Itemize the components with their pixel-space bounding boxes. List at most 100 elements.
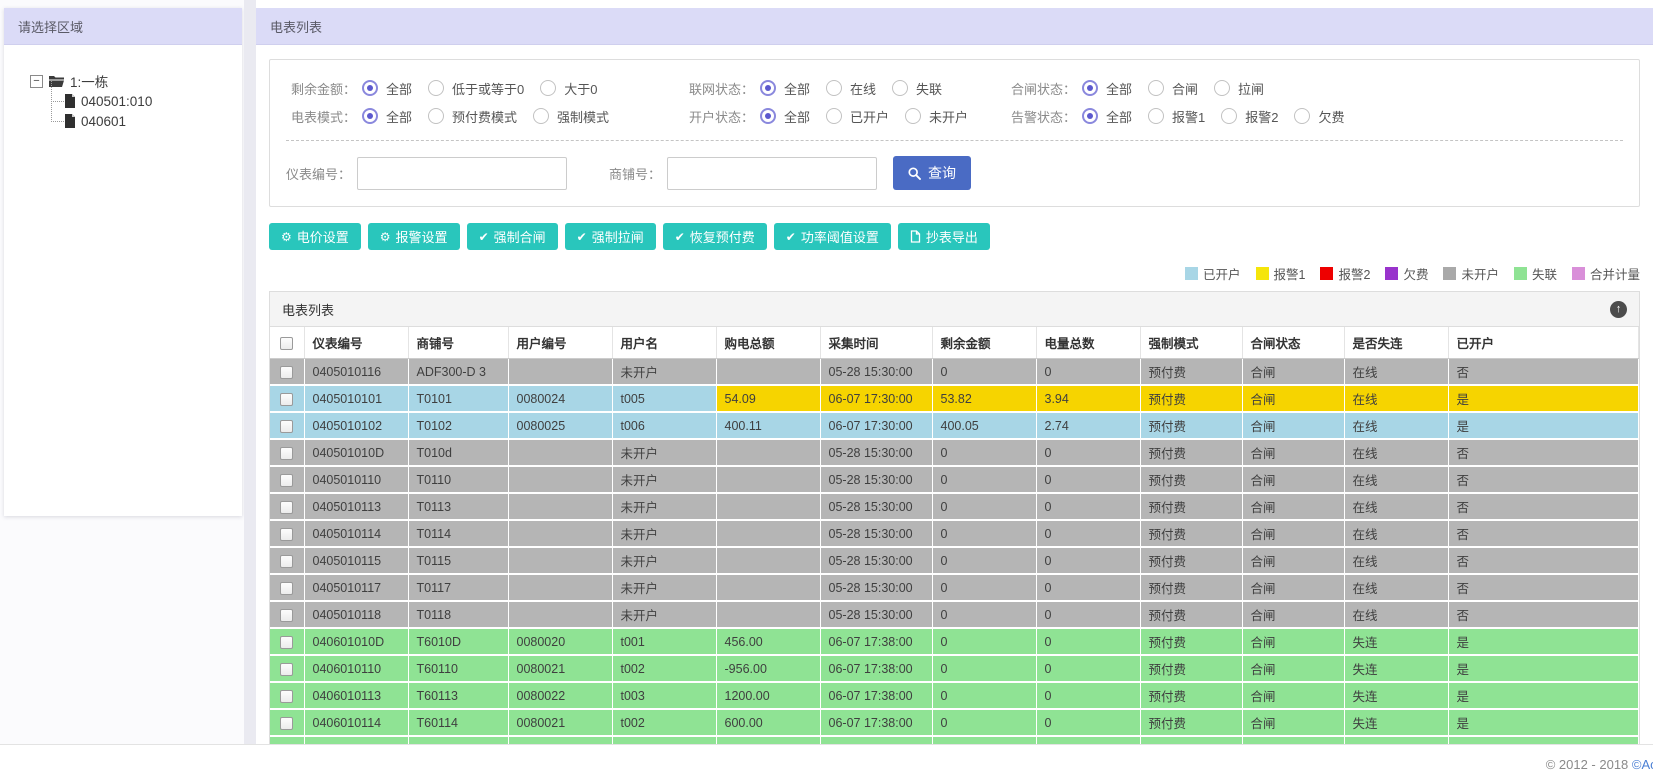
radio-option-network-status-2[interactable]: 失联	[892, 79, 942, 98]
meter-no-input[interactable]	[357, 156, 568, 190]
radio-option-remaining-amount-2[interactable]: 大于0	[540, 79, 597, 98]
table-cell: 06-07 17:38:00	[820, 709, 933, 737]
radio-icon[interactable]	[826, 108, 843, 124]
shop-no-label: 商铺号：	[609, 166, 662, 182]
row-checkbox[interactable]	[280, 662, 294, 676]
tree-child-node[interactable]: 040601	[48, 101, 242, 131]
row-checkbox[interactable]	[280, 527, 294, 541]
table-cell: 0	[932, 358, 1037, 386]
row-checkbox[interactable]	[280, 419, 294, 433]
copyright-link[interactable]: ©Acr	[1632, 757, 1653, 772]
row-checkbox[interactable]	[280, 392, 294, 406]
row-checkbox[interactable]	[280, 500, 294, 514]
legend-label: 报警2	[1338, 268, 1371, 282]
radio-icon[interactable]	[760, 80, 776, 96]
table-cell: 05-28 15:30:00	[820, 574, 933, 602]
radio-option-alarm-status-1[interactable]: 报警1	[1148, 107, 1205, 126]
table-cell: 05-28 15:30:00	[820, 493, 933, 521]
row-checkbox[interactable]	[280, 581, 294, 595]
column-header: 用户名	[612, 327, 717, 359]
toolbar-button-功率阈值设置[interactable]: ✔ 功率阈值设置	[773, 223, 891, 250]
table-cell: 是	[1448, 628, 1639, 656]
tree-root-label[interactable]: 1:一栋	[70, 71, 108, 91]
row-checkbox[interactable]	[280, 635, 294, 649]
radio-icon[interactable]	[428, 108, 445, 124]
table-cell: 2.74	[1036, 412, 1141, 440]
collapse-panel-icon[interactable]: ↑	[1610, 300, 1627, 318]
toolbar-button-抄表导出[interactable]: 抄表导出	[897, 223, 990, 250]
radio-icon[interactable]	[1214, 80, 1231, 96]
radio-icon[interactable]	[826, 80, 843, 96]
column-header: 用户编号	[508, 327, 613, 359]
radio-option-label: 拉闸	[1238, 81, 1265, 97]
table-cell: 0	[1036, 493, 1141, 521]
radio-icon[interactable]	[1221, 108, 1238, 124]
radio-option-label: 报警2	[1245, 109, 1279, 125]
radio-option-meter-mode-1[interactable]: 预付费模式	[428, 107, 517, 126]
radio-icon[interactable]	[1294, 108, 1311, 124]
table-cell: 在线	[1344, 601, 1449, 629]
radio-option-remaining-amount-0[interactable]: 全部	[362, 79, 412, 98]
radio-option-alarm-status-0[interactable]: 全部	[1082, 107, 1132, 126]
table-cell: 合闸	[1242, 439, 1345, 467]
radio-option-account-status-0[interactable]: 全部	[760, 107, 810, 126]
radio-icon[interactable]	[428, 80, 445, 96]
legend-swatch	[1385, 267, 1399, 280]
radio-icon[interactable]	[1082, 108, 1098, 124]
radio-option-account-status-1[interactable]: 已开户	[826, 107, 889, 126]
radio-option-remaining-amount-1[interactable]: 低于或等于0	[428, 79, 524, 98]
radio-option-switch-status-1[interactable]: 合闸	[1148, 79, 1198, 98]
row-checkbox[interactable]	[280, 365, 294, 379]
toolbar-button-报警设置[interactable]: ⚙ 报警设置	[367, 223, 460, 250]
radio-icon[interactable]	[540, 80, 557, 96]
radio-icon[interactable]	[362, 80, 378, 96]
radio-option-network-status-1[interactable]: 在线	[826, 79, 876, 98]
row-checkbox[interactable]	[280, 608, 294, 622]
toolbar-button-恢复预付费[interactable]: ✔ 恢复预付费	[662, 223, 767, 250]
tree-child-node[interactable]: 040501:010	[48, 81, 242, 111]
radio-option-meter-mode-0[interactable]: 全部	[362, 107, 412, 126]
table-cell: 0	[1036, 439, 1141, 467]
radio-option-alarm-status-3[interactable]: 欠费	[1294, 107, 1345, 126]
table-cell: 合闸	[1242, 601, 1345, 629]
copyright-text: © 2012 - 2018 ©Acr	[1546, 757, 1653, 772]
tree-collapse-icon[interactable]: −	[30, 74, 43, 88]
tree-child-label[interactable]: 040501:010	[81, 94, 152, 109]
tree-child-label[interactable]: 040601	[81, 114, 126, 129]
table-cell: T0118	[408, 601, 509, 629]
table-cell	[716, 547, 821, 575]
table-cell: 0	[932, 439, 1037, 467]
shop-no-input[interactable]	[667, 156, 878, 190]
radio-icon[interactable]	[1082, 80, 1098, 96]
radio-icon[interactable]	[905, 108, 922, 124]
radio-option-network-status-0[interactable]: 全部	[760, 79, 810, 98]
table-cell	[716, 601, 821, 629]
column-header: 合闸状态	[1242, 327, 1345, 359]
table-cell	[508, 601, 613, 629]
row-checkbox[interactable]	[280, 473, 294, 487]
radio-icon[interactable]	[1148, 108, 1165, 124]
legend-label: 报警1	[1273, 268, 1306, 282]
query-button[interactable]: 查询	[893, 156, 972, 190]
toolbar-button-强制拉闸[interactable]: ✔ 强制拉闸	[564, 223, 656, 250]
radio-icon[interactable]	[760, 108, 776, 124]
row-checkbox[interactable]	[280, 554, 294, 568]
radio-option-meter-mode-2[interactable]: 强制模式	[533, 107, 609, 126]
radio-option-switch-status-2[interactable]: 拉闸	[1214, 79, 1264, 98]
toolbar-button-强制合闸[interactable]: ✔ 强制合闸	[466, 223, 558, 250]
row-checkbox[interactable]	[280, 689, 294, 703]
select-all-checkbox[interactable]	[280, 336, 294, 350]
radio-option-switch-status-0[interactable]: 全部	[1082, 79, 1132, 98]
radio-option-alarm-status-2[interactable]: 报警2	[1221, 107, 1278, 126]
row-checkbox[interactable]	[280, 716, 294, 730]
row-checkbox[interactable]	[280, 446, 294, 460]
radio-icon[interactable]	[1148, 80, 1165, 96]
radio-icon[interactable]	[892, 80, 909, 96]
table-cell: 0	[932, 628, 1037, 656]
radio-icon[interactable]	[362, 108, 378, 124]
table-cell: t001	[612, 628, 717, 656]
radio-icon[interactable]	[533, 108, 550, 124]
radio-option-account-status-2[interactable]: 未开户	[905, 107, 968, 126]
table-cell: 3.94	[1036, 385, 1141, 413]
toolbar-button-电价设置[interactable]: ⚙ 电价设置	[269, 223, 361, 250]
